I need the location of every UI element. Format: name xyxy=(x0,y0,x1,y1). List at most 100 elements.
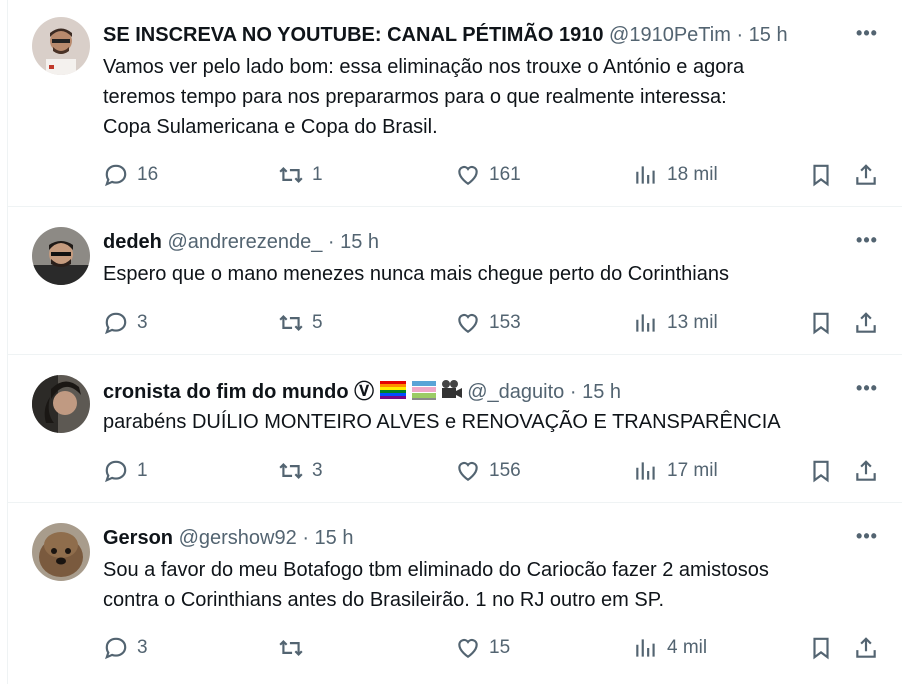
like-button[interactable]: 153 xyxy=(455,306,521,340)
tweet[interactable]: cronista do fim do mundo Ⓥ @_daguito · 1… xyxy=(8,355,902,503)
timestamp[interactable]: 15 h xyxy=(340,231,379,253)
tweet-text: Espero que o mano menezes nunca mais che… xyxy=(103,263,729,285)
avatar-image xyxy=(32,523,90,581)
display-name[interactable]: cronista do fim do mundo Ⓥ xyxy=(103,381,374,403)
avatar[interactable] xyxy=(32,227,90,285)
share-icon xyxy=(856,164,876,185)
more-icon[interactable]: ••• xyxy=(854,525,880,549)
like-count: 156 xyxy=(489,460,521,481)
share-button[interactable] xyxy=(853,631,879,665)
share-button[interactable] xyxy=(853,454,879,488)
handle[interactable]: @andrerezende_ xyxy=(167,231,322,253)
avatar-image xyxy=(32,375,90,433)
retweet-icon xyxy=(279,166,303,184)
views-button[interactable]: 13 mil xyxy=(633,306,718,340)
action-bar: 1 3 156 17 mil xyxy=(103,454,893,488)
reply-icon xyxy=(105,637,127,660)
like-button[interactable]: 161 xyxy=(455,158,521,192)
bookmark-button[interactable] xyxy=(808,306,834,340)
like-button[interactable]: 15 xyxy=(455,631,510,665)
reply-count: 1 xyxy=(137,460,148,481)
retweet-button[interactable]: 3 xyxy=(278,454,323,488)
timestamp[interactable]: 15 h xyxy=(315,527,354,549)
handle[interactable]: @_daguito xyxy=(467,381,564,403)
retweet-icon xyxy=(279,462,303,480)
books-icon xyxy=(411,381,436,400)
like-icon xyxy=(458,461,478,481)
emoji-group xyxy=(379,377,462,403)
reply-count: 16 xyxy=(137,164,159,185)
reply-button[interactable]: 3 xyxy=(103,306,148,340)
views-button[interactable]: 17 mil xyxy=(633,454,718,488)
like-count: 15 xyxy=(489,637,511,658)
avatar[interactable] xyxy=(32,523,90,581)
like-icon xyxy=(458,313,478,333)
bookmark-button[interactable] xyxy=(808,631,834,665)
like-count: 161 xyxy=(489,164,521,185)
reply-button[interactable]: 16 xyxy=(103,158,158,192)
more-icon[interactable]: ••• xyxy=(854,22,880,46)
retweet-button[interactable] xyxy=(278,631,312,665)
like-button[interactable]: 156 xyxy=(455,454,521,488)
avatar[interactable] xyxy=(32,17,90,75)
views-icon xyxy=(636,314,655,332)
retweet-icon xyxy=(279,314,303,332)
like-icon xyxy=(458,638,478,658)
separator: · xyxy=(302,527,309,549)
reply-button[interactable]: 1 xyxy=(103,454,148,488)
more-icon[interactable]: ••• xyxy=(854,229,880,253)
display-name[interactable]: dedeh xyxy=(103,231,162,253)
retweet-button[interactable]: 5 xyxy=(278,306,323,340)
tweet[interactable]: SE INSCREVA NO YOUTUBE: CANAL PÉTIMÃO 19… xyxy=(8,0,902,207)
reply-icon xyxy=(105,312,127,335)
retweet-button[interactable]: 1 xyxy=(278,158,323,192)
retweet-count: 1 xyxy=(312,164,323,185)
like-icon xyxy=(458,165,478,185)
reply-icon xyxy=(105,164,127,187)
views-icon xyxy=(636,462,655,480)
bookmark-icon xyxy=(813,312,829,335)
views-button[interactable]: 18 mil xyxy=(633,158,718,192)
share-button[interactable] xyxy=(853,306,879,340)
handle[interactable]: @gershow92 xyxy=(179,527,297,549)
retweet-count: 5 xyxy=(312,312,323,333)
share-button[interactable] xyxy=(853,158,879,192)
timestamp[interactable]: 15 h xyxy=(582,381,621,403)
tweet[interactable]: dedeh @andrerezende_ · 15 h ••• Espero q… xyxy=(8,207,902,355)
action-bar: 3 15 4 mil xyxy=(103,631,893,665)
display-name[interactable]: Gerson xyxy=(103,527,173,549)
timestamp[interactable]: 15 h xyxy=(749,24,788,46)
reply-button[interactable]: 3 xyxy=(103,631,148,665)
views-icon xyxy=(636,166,655,184)
tweet-text: parabéns DUÍLIO MONTEIRO ALVES e RENOVAÇ… xyxy=(103,411,781,433)
display-name[interactable]: SE INSCREVA NO YOUTUBE: CANAL PÉTIMÃO 19… xyxy=(103,24,603,46)
bookmark-button[interactable] xyxy=(808,158,834,192)
separator: · xyxy=(327,231,335,253)
bookmark-icon xyxy=(813,164,829,187)
reply-count: 3 xyxy=(137,637,148,658)
tweet-text: Vamos ver pelo lado bom: essa eliminação… xyxy=(103,56,745,138)
share-icon xyxy=(856,637,876,658)
movie-camera-icon xyxy=(441,380,462,398)
tweet[interactable]: Gerson @gershow92 · 15 h ••• Sou a favor… xyxy=(8,503,902,684)
like-count: 153 xyxy=(489,312,521,333)
views-icon xyxy=(636,639,655,657)
action-bar: 3 5 153 13 mil xyxy=(103,306,893,340)
more-icon[interactable]: ••• xyxy=(854,377,880,401)
views-count: 4 mil xyxy=(667,637,708,658)
views-count: 13 mil xyxy=(667,312,718,333)
rainbow-flag-icon xyxy=(379,381,406,399)
bookmark-button[interactable] xyxy=(808,454,834,488)
reply-count: 3 xyxy=(137,312,148,333)
retweet-count: 3 xyxy=(312,460,323,481)
views-count: 17 mil xyxy=(667,460,718,481)
handle[interactable]: @1910PeTim xyxy=(609,24,731,46)
avatar-image xyxy=(32,17,90,75)
separator: · xyxy=(569,380,577,403)
retweet-icon xyxy=(279,639,303,657)
views-count: 18 mil xyxy=(667,164,718,185)
share-icon xyxy=(856,312,876,333)
views-button[interactable]: 4 mil xyxy=(633,631,707,665)
avatar[interactable] xyxy=(32,375,90,433)
bookmark-icon xyxy=(813,460,829,483)
